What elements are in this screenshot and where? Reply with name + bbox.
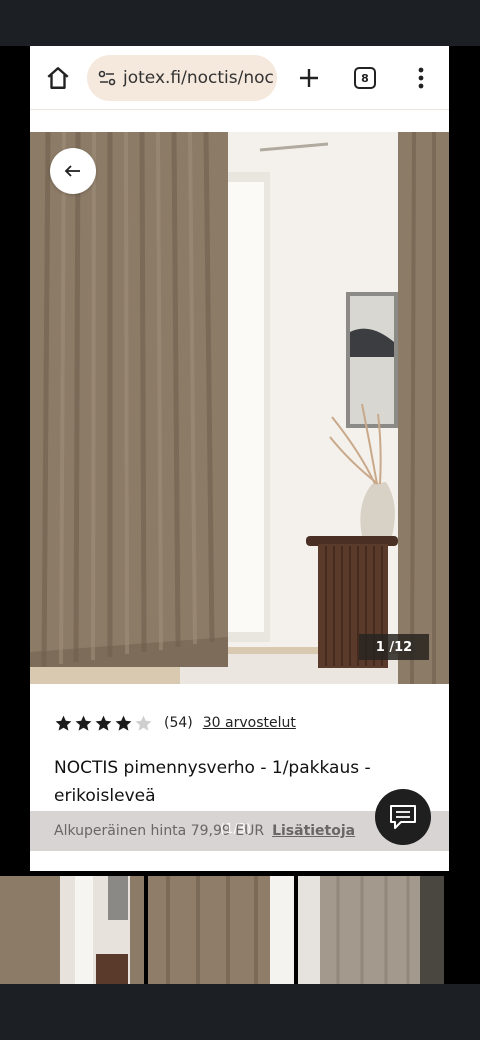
chat-button[interactable]: [375, 789, 431, 845]
star-icon: [55, 715, 72, 731]
review-count: (54): [164, 715, 193, 731]
more-vert-icon[interactable]: [411, 64, 431, 92]
reviews-link[interactable]: 30 arvostelut: [203, 715, 296, 731]
home-icon[interactable]: [44, 64, 72, 92]
product-title: NOCTIS pimennysverho - 1/pakkaus - eriko…: [54, 758, 371, 806]
star-icon: [135, 715, 152, 731]
star-icon: [95, 715, 112, 731]
star-icon: [115, 715, 132, 731]
arrow-left-icon: [64, 165, 80, 177]
plus-icon[interactable]: [295, 64, 323, 92]
product-image[interactable]: 1 /12: [30, 132, 449, 684]
rating-stars: [54, 714, 154, 733]
chat-icon: [390, 805, 416, 829]
image-counter: 1 /12: [359, 634, 429, 660]
url-text[interactable]: jotex.fi/noctis/noc: [123, 68, 274, 88]
system-status-bar: [0, 0, 480, 46]
browser-toolbar: jotex.fi/noctis/noc 8: [30, 46, 449, 110]
star-icon: [75, 715, 92, 731]
thumbnail-image[interactable]: [0, 876, 144, 984]
curtain-photo: [30, 132, 449, 684]
thumbnail-image[interactable]: [148, 876, 294, 984]
site-settings-icon[interactable]: [97, 68, 117, 88]
tabs-icon[interactable]: 8: [354, 67, 376, 89]
tab-count: 8: [361, 71, 369, 85]
thumbnail-image[interactable]: [298, 876, 444, 984]
system-navigation-bar: [0, 984, 480, 1040]
browser-window: jotex.fi/noctis/noc 8 1 /12 (54) 30 arvo…: [30, 46, 449, 871]
thumbnail-strip: [0, 876, 444, 984]
more-info-link[interactable]: Lisätietoja: [272, 823, 355, 839]
product-rating[interactable]: (54) 30 arvostelut: [54, 710, 296, 736]
address-bar[interactable]: jotex.fi/noctis/noc: [87, 55, 277, 101]
back-button[interactable]: [50, 148, 96, 194]
gallery-pager: (1/3): [220, 822, 252, 837]
